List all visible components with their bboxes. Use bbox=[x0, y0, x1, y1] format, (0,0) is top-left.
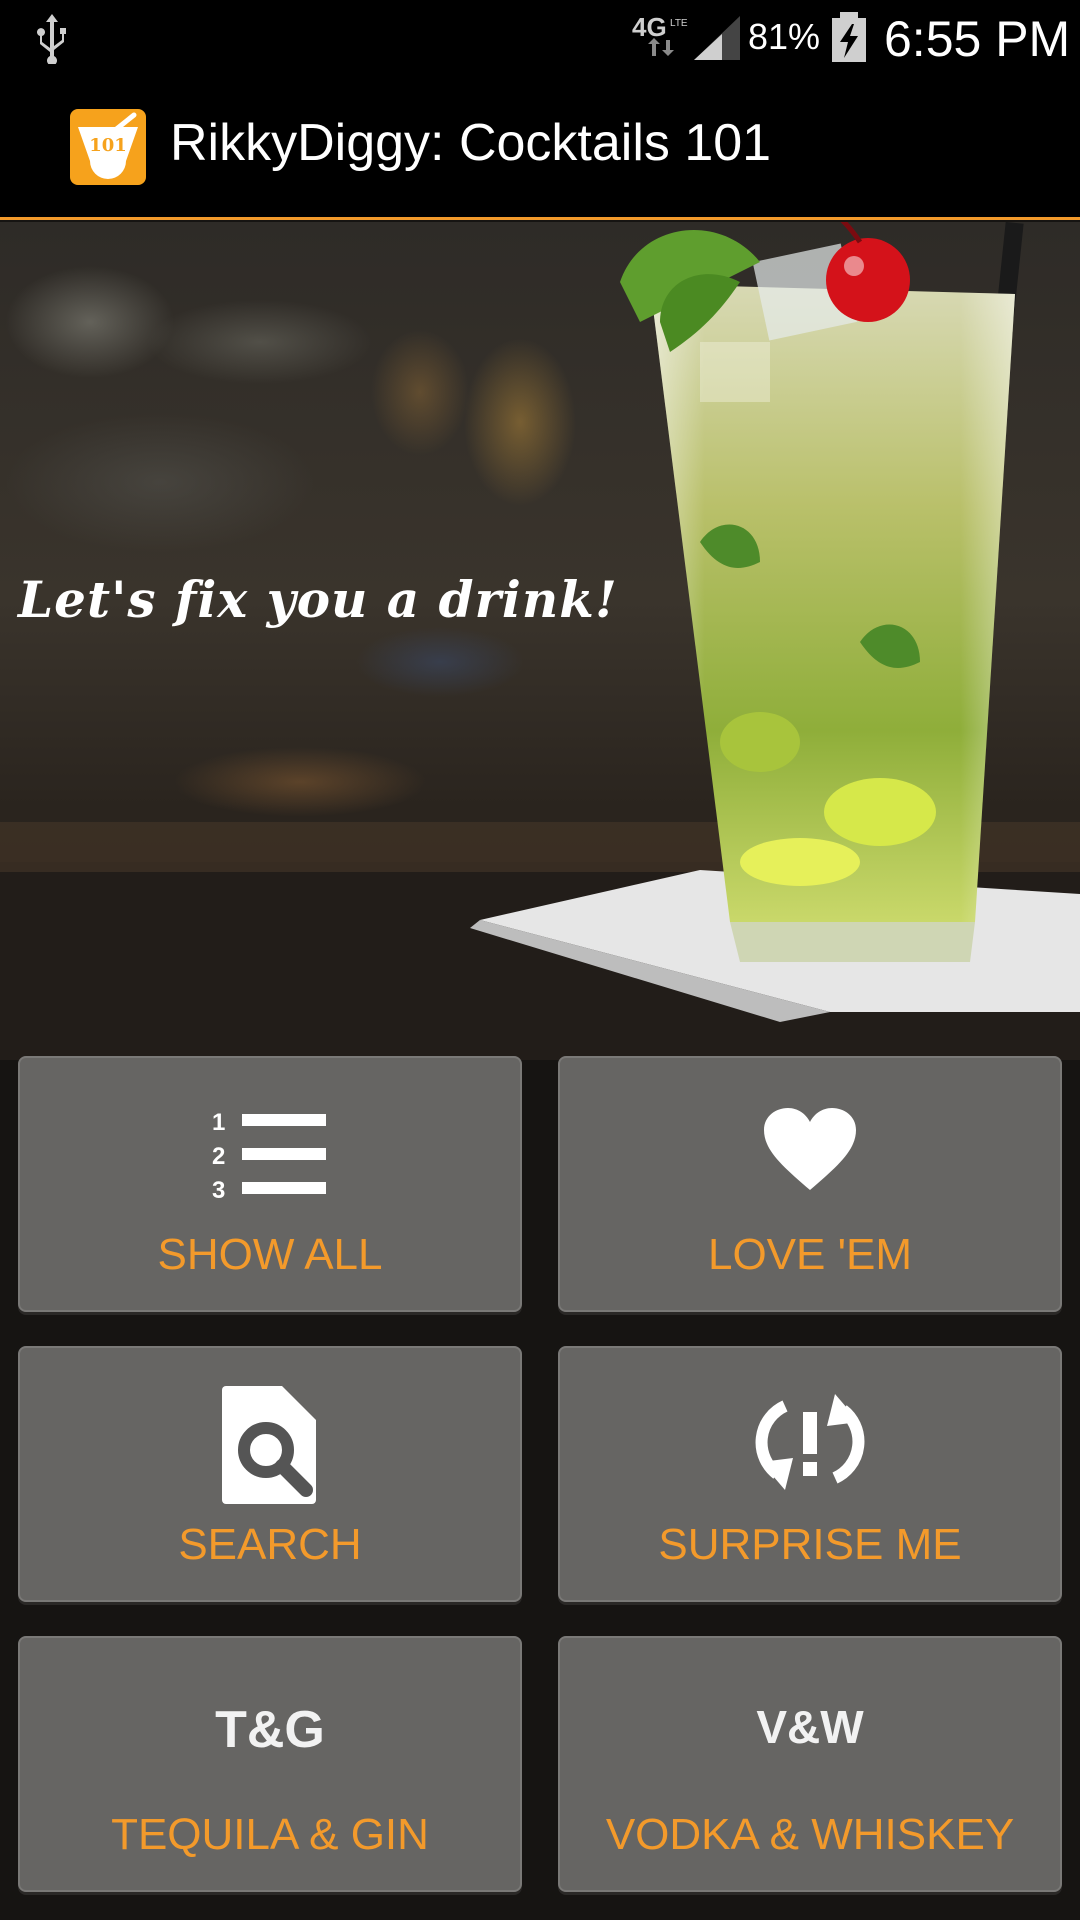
surprise-me-button[interactable]: SURPRISE ME bbox=[558, 1346, 1062, 1602]
show-all-button[interactable]: 1 2 3 SHOW ALL bbox=[18, 1056, 522, 1312]
app-icon[interactable]: 101 bbox=[70, 109, 146, 185]
usb-icon bbox=[37, 14, 66, 64]
clock: 6:55 PM bbox=[884, 11, 1071, 67]
tagline: Let's fix you a drink! bbox=[18, 570, 618, 629]
surprise-me-label: SURPRISE ME bbox=[658, 1520, 962, 1569]
cocktail-illustration bbox=[0, 222, 1080, 1060]
battery-charging-icon bbox=[832, 12, 866, 62]
refresh-exclamation-icon bbox=[755, 1394, 865, 1490]
hero-image: Let's fix you a drink! bbox=[0, 222, 1080, 1060]
mortar-icon: 101 bbox=[78, 112, 138, 179]
action-bar: 101 RikkyDiggy: Cocktails 101 bbox=[0, 75, 1080, 220]
network-icon: 4G LTE bbox=[632, 12, 688, 56]
love-em-label: LOVE 'EM bbox=[707, 1230, 912, 1279]
signal-icon bbox=[694, 16, 740, 60]
file-search-icon bbox=[222, 1386, 316, 1504]
svg-text:LTE: LTE bbox=[670, 18, 688, 29]
status-bar: 4G LTE 81% 6:55 PM bbox=[0, 0, 1080, 75]
heart-icon bbox=[764, 1108, 856, 1190]
tequila-gin-code: T&G bbox=[215, 1701, 325, 1759]
tequila-gin-label: TEQUILA & GIN bbox=[111, 1810, 429, 1859]
search-button[interactable]: SEARCH bbox=[18, 1346, 522, 1602]
tequila-gin-button[interactable]: T&G TEQUILA & GIN bbox=[18, 1636, 522, 1892]
battery-percent: 81% bbox=[748, 16, 821, 57]
svg-text:2: 2 bbox=[212, 1143, 225, 1170]
app-icon-text: 101 bbox=[89, 135, 127, 156]
numbered-list-icon: 1 2 3 bbox=[212, 1109, 326, 1202]
vodka-whiskey-code: V&W bbox=[756, 1701, 864, 1753]
love-em-button[interactable]: LOVE 'EM bbox=[558, 1056, 1062, 1312]
svg-text:4G: 4G bbox=[632, 12, 667, 42]
show-all-label: SHOW ALL bbox=[157, 1230, 383, 1279]
vodka-whiskey-label: VODKA & WHISKEY bbox=[605, 1810, 1015, 1859]
search-label: SEARCH bbox=[178, 1520, 362, 1569]
svg-text:3: 3 bbox=[212, 1177, 225, 1202]
vodka-whiskey-button[interactable]: V&W VODKA & WHISKEY bbox=[558, 1636, 1062, 1892]
app-title: RikkyDiggy: Cocktails 101 bbox=[170, 114, 772, 172]
svg-text:1: 1 bbox=[212, 1109, 225, 1136]
